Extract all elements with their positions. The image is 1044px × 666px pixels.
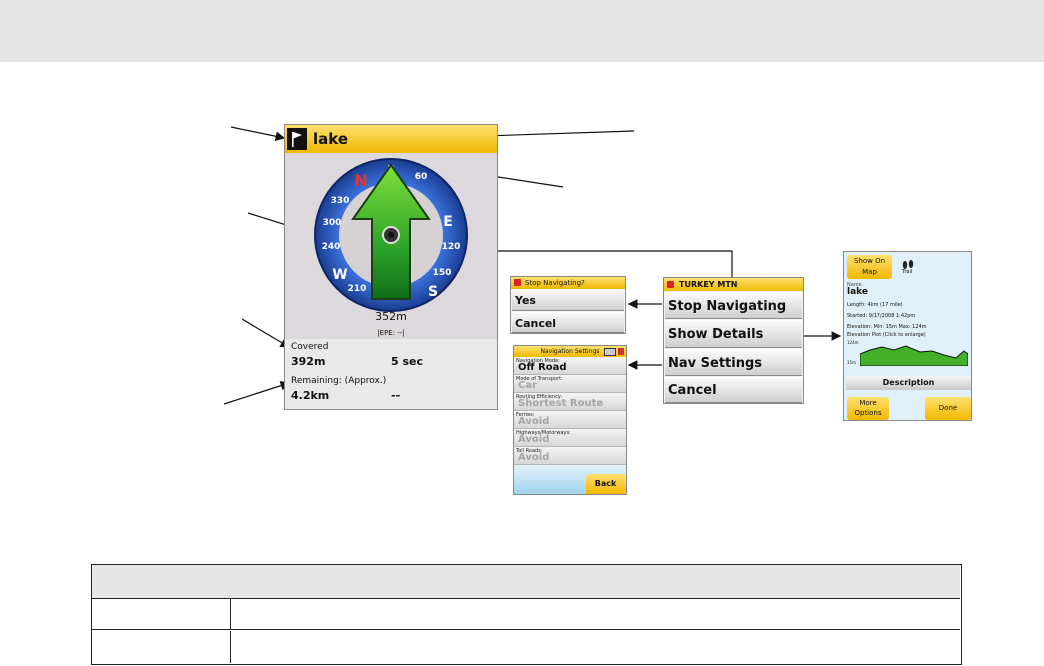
menu-title-bar: TURKEY MTN	[664, 278, 803, 291]
compass-label-120: 120	[442, 242, 461, 252]
stop-navigating-item[interactable]: Stop Navigating	[665, 292, 802, 319]
nav-settings-title: Navigation Settings	[540, 348, 600, 355]
compass-dial: 3 60 E 120 150 S 210 W 240 300 330 N 352…	[314, 158, 468, 337]
compass-label-n: N	[354, 171, 367, 190]
compass-label-240: 240	[322, 242, 341, 252]
compass-label-e: E	[443, 214, 453, 230]
compass-label-300: 300	[323, 218, 342, 228]
distance-to-destination: 352m	[375, 310, 407, 323]
menu-title: TURKEY MTN	[679, 280, 738, 289]
field-value: Shortest Route	[518, 398, 604, 409]
trail-details-screen: Show On Map Trail Name lake Length: 4km …	[843, 251, 972, 421]
compass-screen: lake 3 60 E 120 150	[284, 124, 498, 410]
settings-list: Navigation Mode: Off Road Mode of Transp…	[514, 357, 626, 465]
nav-settings-title-bar: Navigation Settings	[514, 346, 626, 357]
stop-navigating-dialog: Stop Navigating? Yes Cancel	[510, 276, 626, 334]
stop-dialog-title-bar: Stop Navigating?	[511, 277, 625, 289]
table-header	[92, 565, 960, 599]
yes-button[interactable]: Yes	[512, 289, 624, 311]
covered-distance: 392m	[291, 355, 326, 368]
table-cell	[92, 631, 231, 663]
cancel-item[interactable]: Cancel	[665, 377, 802, 403]
pushpin-icon	[667, 281, 674, 288]
epe-readout: |EPE: --|	[377, 329, 404, 337]
field-value: Car	[518, 380, 538, 391]
trail-elevation: Elevation: Min: 15m Max: 124m	[847, 324, 927, 330]
plot-max-label: 124m	[847, 340, 859, 345]
table-row	[92, 599, 960, 630]
compass-label-210: 210	[348, 284, 367, 294]
destination-name: lake	[313, 130, 349, 148]
table-cell	[92, 599, 231, 629]
back-button[interactable]: Back	[586, 474, 625, 494]
more-options-button[interactable]: More Options	[847, 397, 889, 420]
field-value: Avoid	[518, 452, 550, 463]
elevation-plot[interactable]	[860, 338, 968, 366]
compass-label-150: 150	[433, 268, 452, 278]
signal-icon	[618, 348, 624, 355]
trail-name: lake	[847, 287, 869, 297]
nav-settings-item[interactable]: Nav Settings	[665, 349, 802, 376]
cancel-button[interactable]: Cancel	[512, 312, 624, 333]
compass-title-bar: lake	[285, 125, 497, 153]
stop-dialog-title: Stop Navigating?	[525, 279, 585, 287]
table-cell	[232, 631, 952, 663]
toll-roads-field[interactable]: Toll Roads: Avoid	[514, 447, 626, 465]
pushpin-icon	[514, 279, 521, 286]
navigation-settings-screen: Navigation Settings Navigation Mode: Off…	[513, 345, 627, 495]
field-value: Avoid	[518, 416, 550, 427]
done-button[interactable]: Done	[925, 397, 971, 420]
mode-of-transport-field[interactable]: Mode of Transport: Car	[514, 375, 626, 393]
table-cell	[232, 599, 952, 629]
covered-time: 5 sec	[391, 355, 424, 368]
trail-label: Trail	[902, 269, 913, 275]
footprints-icon	[901, 256, 915, 269]
turkey-mtn-menu: TURKEY MTN Stop Navigating Show Details …	[663, 277, 804, 404]
compass-label-w: W	[332, 267, 347, 283]
show-on-map-button[interactable]: Show On Map	[847, 255, 892, 279]
battery-icon	[604, 348, 616, 356]
covered-label: Covered	[291, 342, 329, 352]
field-value: Avoid	[518, 434, 550, 445]
compass-area: 3 60 E 120 150 S 210 W 240 300 330 N 352…	[285, 153, 497, 339]
routing-efficiency-field[interactable]: Routing Efficiency: Shortest Route	[514, 393, 626, 411]
compass-label-60: 60	[415, 172, 428, 182]
trip-stats: Covered 392m 5 sec Remaining: (Approx.) …	[285, 339, 497, 409]
ferries-field[interactable]: Ferries: Avoid	[514, 411, 626, 429]
trail-length: Length: 4km (17 mile)	[847, 302, 903, 308]
highways-field[interactable]: Highways/Motorways: Avoid	[514, 429, 626, 447]
trail-started: Started: 9/17/2008 1:42pm	[847, 313, 916, 319]
remaining-label: Remaining: (Approx.)	[291, 376, 387, 386]
flag-icon	[287, 128, 307, 150]
compass-label-s: S	[428, 284, 438, 300]
show-details-item[interactable]: Show Details	[665, 320, 802, 348]
table-row	[92, 631, 960, 663]
field-value: Off Road	[518, 362, 567, 373]
description-table	[91, 564, 962, 665]
description-button[interactable]: Description	[846, 376, 971, 390]
navigation-mode-field[interactable]: Navigation Mode: Off Road	[514, 357, 626, 375]
remaining-time: --	[391, 389, 401, 402]
plot-min-label: 15m	[847, 360, 856, 365]
compass-label-330: 330	[331, 196, 350, 206]
remaining-distance: 4.2km	[291, 389, 330, 402]
